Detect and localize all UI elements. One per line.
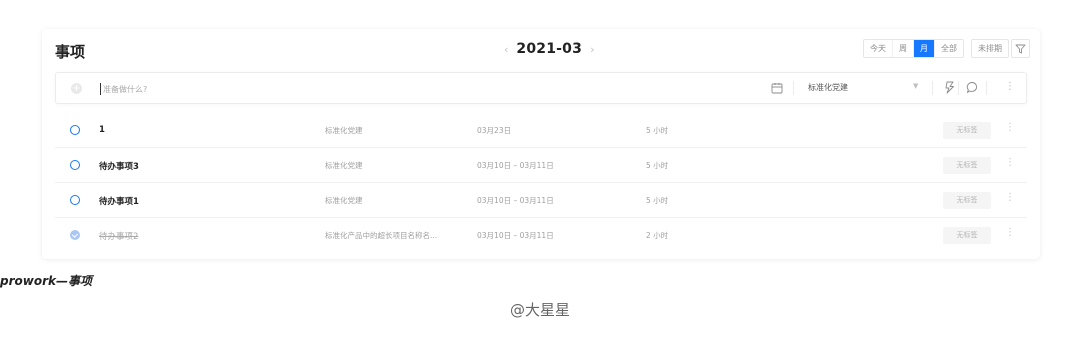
chevron-down-icon[interactable]: ▼ xyxy=(913,82,918,90)
task-duration: 5 小时 xyxy=(646,196,669,205)
task-checkbox-checked[interactable] xyxy=(70,230,80,240)
watermark: @大星星 xyxy=(510,301,571,319)
task-row[interactable]: 1 标准化党建 03月23日 5 小时 无标签 ⋮ xyxy=(55,113,1027,148)
task-name[interactable]: 待办事项3 xyxy=(99,160,139,172)
task-row[interactable]: 待办事项3 标准化党建 03月10日 – 03月11日 5 小时 无标签 ⋮ xyxy=(55,148,1027,183)
task-duration: 5 小时 xyxy=(646,126,669,135)
task-name[interactable]: 待办事项2 xyxy=(99,230,138,242)
calendar-icon[interactable] xyxy=(771,82,783,94)
task-checkbox[interactable] xyxy=(70,160,80,170)
current-month: 2021-03 xyxy=(516,41,583,57)
task-date: 03月10日 – 03月11日 xyxy=(477,196,554,205)
chevron-left-icon[interactable]: ‹ xyxy=(504,43,508,56)
more-icon[interactable]: ⋮ xyxy=(1005,81,1015,92)
task-checkbox[interactable] xyxy=(70,125,80,135)
task-project: 标准化党建 xyxy=(325,126,363,135)
text-cursor xyxy=(100,83,101,95)
task-date: 03月10日 – 03月11日 xyxy=(477,161,554,170)
task-panel: 事项 ‹ 2021-03 › 今天 周 月 全部 未排期 + 标准化党建 ▼ xyxy=(42,29,1040,259)
view-switcher: 今天 周 月 全部 xyxy=(863,39,964,58)
filter-button[interactable] xyxy=(1011,39,1030,58)
tag-badge[interactable]: 无标签 xyxy=(943,227,991,244)
task-name[interactable]: 待办事项1 xyxy=(99,195,139,207)
task-checkbox[interactable] xyxy=(70,195,80,205)
task-date: 03月10日 – 03月11日 xyxy=(477,231,554,240)
new-task-bar: + 标准化党建 ▼ ⋮ xyxy=(55,72,1027,104)
task-project: 标准化产品中的超长项目名称名... xyxy=(325,231,438,240)
new-task-input[interactable] xyxy=(103,80,503,98)
unscheduled-button[interactable]: 未排期 xyxy=(971,39,1009,58)
tag-icon[interactable] xyxy=(944,81,956,94)
divider xyxy=(793,81,794,95)
task-row[interactable]: 待办事项1 标准化党建 03月10日 – 03月11日 5 小时 无标签 ⋮ xyxy=(55,183,1027,218)
view-all-button[interactable]: 全部 xyxy=(934,40,963,57)
view-month-button[interactable]: 月 xyxy=(913,40,934,57)
tag-badge[interactable]: 无标签 xyxy=(943,192,991,209)
task-date: 03月23日 xyxy=(477,126,512,135)
chat-icon[interactable] xyxy=(966,81,979,94)
month-navigator: ‹ 2021-03 › xyxy=(504,41,594,57)
task-name[interactable]: 1 xyxy=(99,125,105,135)
divider xyxy=(958,81,959,95)
more-icon[interactable]: ⋮ xyxy=(1005,157,1015,168)
view-week-button[interactable]: 周 xyxy=(892,40,913,57)
tag-badge[interactable]: 无标签 xyxy=(943,157,991,174)
more-icon[interactable]: ⋮ xyxy=(1005,192,1015,203)
tag-badge[interactable]: 无标签 xyxy=(943,122,991,139)
divider xyxy=(986,81,987,95)
task-duration: 5 小时 xyxy=(646,161,669,170)
figure-caption: prowork—事项 xyxy=(0,274,92,288)
page-title: 事项 xyxy=(55,43,86,61)
project-select[interactable]: 标准化党建 xyxy=(808,82,848,93)
task-row[interactable]: 待办事项2 标准化产品中的超长项目名称名... 03月10日 – 03月11日 … xyxy=(55,218,1027,253)
task-duration: 2 小时 xyxy=(646,231,669,240)
task-project: 标准化党建 xyxy=(325,161,363,170)
task-project: 标准化党建 xyxy=(325,196,363,205)
view-today-button[interactable]: 今天 xyxy=(864,40,892,57)
chevron-right-icon[interactable]: › xyxy=(590,43,594,56)
divider xyxy=(932,81,933,95)
more-icon[interactable]: ⋮ xyxy=(1005,122,1015,133)
more-icon[interactable]: ⋮ xyxy=(1005,227,1015,238)
add-icon[interactable]: + xyxy=(71,83,82,94)
task-list: 1 标准化党建 03月23日 5 小时 无标签 ⋮ 待办事项3 标准化党建 03… xyxy=(55,113,1027,253)
filter-icon xyxy=(1015,44,1026,53)
